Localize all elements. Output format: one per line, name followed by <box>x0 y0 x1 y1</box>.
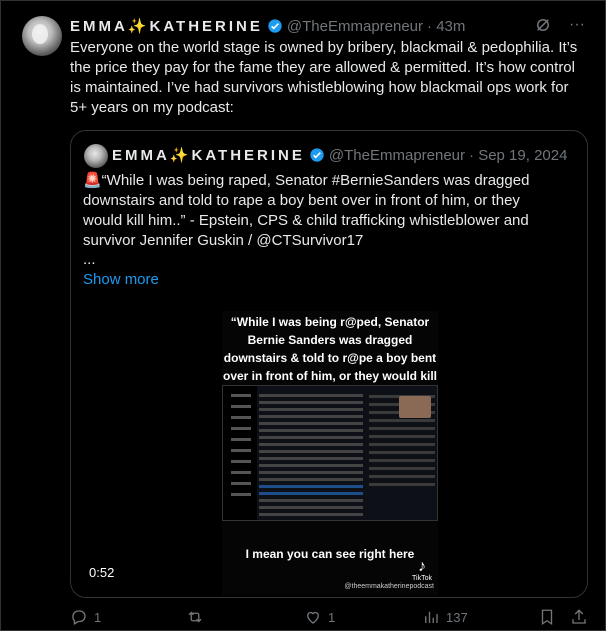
quoted-ellipsis: ... <box>83 251 96 268</box>
video-screenshot <box>222 385 438 521</box>
repost-icon <box>188 611 202 623</box>
display-name[interactable]: EMMA✨KATHERINE <box>70 17 263 35</box>
quoted-avatar <box>84 144 108 168</box>
quoted-post[interactable]: EMMA✨KATHERINE @TheEmmapreneur · Sep 19,… <box>70 130 588 598</box>
repost-button[interactable] <box>186 608 210 626</box>
avatar[interactable] <box>22 16 62 56</box>
views-icon <box>425 611 438 623</box>
video-player[interactable]: “While I was being r@ped, Senator Bernie… <box>222 311 438 595</box>
tiktok-watermark: ♪ TikTok <box>412 558 432 583</box>
like-count: 1 <box>328 609 336 625</box>
tiktok-logo-icon: ♪ <box>418 558 427 575</box>
action-bar: 1 1 137 <box>70 608 590 630</box>
post-text: Everyone on the world stage is owned by … <box>70 39 578 116</box>
video-bottom-caption: I mean you can see right here <box>245 547 415 561</box>
post-time[interactable]: · 43m <box>427 18 465 35</box>
quoted-handle: @TheEmmapreneur <box>328 146 466 164</box>
post-header: EMMA✨KATHERINE @TheEmmapreneur · 43m <box>70 16 465 36</box>
views-button[interactable]: 137 <box>422 608 468 626</box>
quoted-header: EMMA✨KATHERINE @TheEmmapreneur · Sep 19,… <box>112 145 567 165</box>
reply-button[interactable]: 1 <box>70 608 101 626</box>
handle[interactable]: @TheEmmapreneur <box>287 18 423 35</box>
reply-count: 1 <box>94 609 102 625</box>
tiktok-handle: @theemmakatherinepodcast <box>344 583 434 590</box>
quoted-text: 🚨“While I was being raped, Senator #Bern… <box>83 172 530 249</box>
video-duration: 0:52 <box>83 563 121 582</box>
share-button[interactable] <box>570 608 588 626</box>
top-actions: ··· <box>534 16 586 34</box>
view-count: 137 <box>446 609 468 625</box>
verified-badge-icon <box>310 148 324 162</box>
like-button[interactable]: 1 <box>304 608 335 626</box>
bookmark-button[interactable] <box>538 608 556 626</box>
video-face-thumbnail <box>399 396 431 418</box>
quoted-date: · Sep 19, 2024 <box>469 146 568 164</box>
grok-icon[interactable] <box>534 16 552 34</box>
tiktok-label: TikTok <box>412 575 432 582</box>
show-more-link[interactable]: Show more <box>83 271 159 288</box>
bookmark-icon <box>541 609 553 626</box>
quoted-display-name: EMMA✨KATHERINE <box>112 147 305 164</box>
reply-icon <box>72 610 86 625</box>
share-icon <box>572 609 586 624</box>
heart-icon <box>307 611 319 624</box>
verified-badge-icon <box>268 19 282 33</box>
more-icon[interactable]: ··· <box>568 16 586 34</box>
